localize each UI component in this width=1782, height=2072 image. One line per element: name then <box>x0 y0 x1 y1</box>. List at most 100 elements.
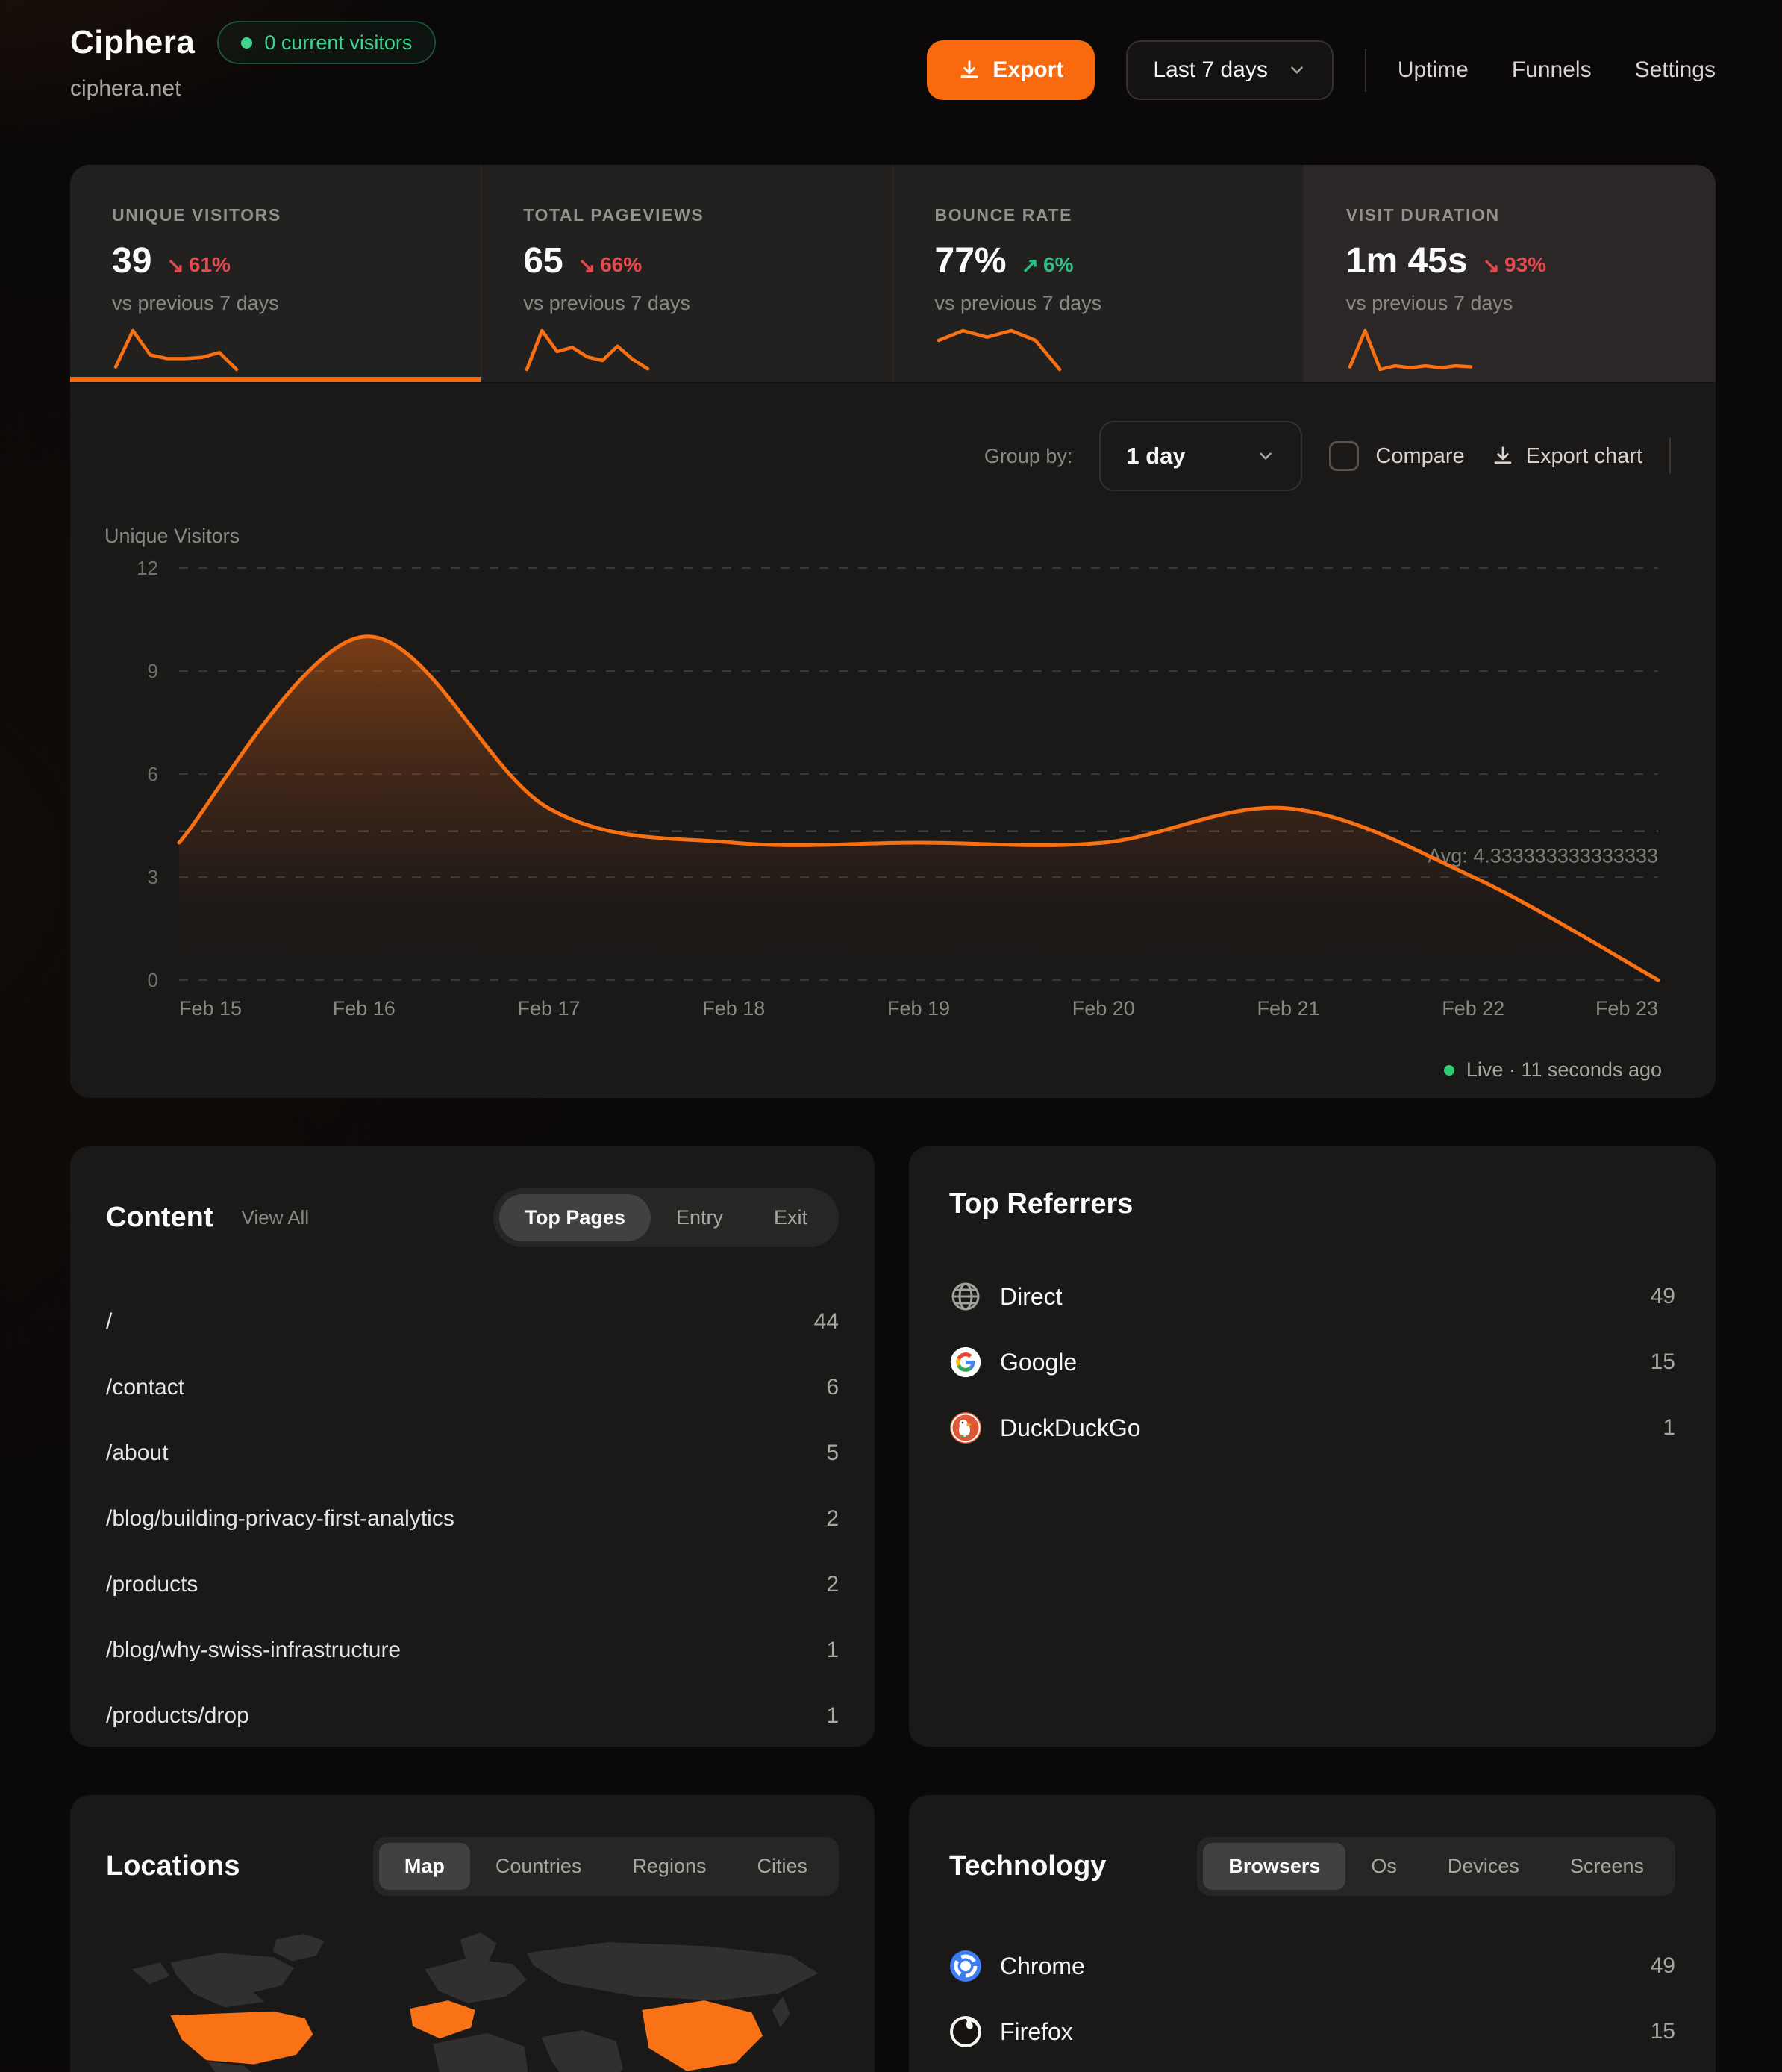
tab-exit[interactable]: Exit <box>748 1194 833 1241</box>
tab-browsers[interactable]: Browsers <box>1203 1843 1345 1890</box>
page-row[interactable]: /about5 <box>106 1420 839 1486</box>
tab-devices[interactable]: Devices <box>1422 1843 1545 1890</box>
row-label: Google <box>1000 1349 1077 1376</box>
stat-value: 1m 45s <box>1346 240 1468 281</box>
trend-up-icon: ↗ <box>1022 253 1039 278</box>
referrer-row[interactable]: Direct49 <box>949 1264 1675 1329</box>
group-by-dropdown[interactable]: 1 day <box>1099 421 1302 491</box>
page-count: 6 <box>826 1375 839 1400</box>
page-path: /blog/why-swiss-infrastructure <box>106 1638 401 1663</box>
svg-text:6: 6 <box>148 763 158 785</box>
stat-delta: ↘66% <box>578 253 643 278</box>
date-range-dropdown[interactable]: Last 7 days <box>1126 40 1333 100</box>
site-domain: ciphera.net <box>70 76 436 102</box>
stat-value: 39 <box>112 240 151 281</box>
page-row[interactable]: /44 <box>106 1289 839 1355</box>
chrome-icon <box>949 1950 982 1982</box>
tab-cities[interactable]: Cities <box>731 1843 833 1890</box>
row-label: Firefox <box>1000 2018 1073 2046</box>
stat-delta: ↗6% <box>1022 253 1074 278</box>
export-button[interactable]: Export <box>927 40 1095 100</box>
svg-text:Avg: 4.333333333333333: Avg: 4.333333333333333 <box>1428 845 1658 867</box>
svg-text:Feb 20: Feb 20 <box>1072 997 1135 1020</box>
live-label: Live · 11 seconds ago <box>1466 1058 1662 1082</box>
page-path: /blog/building-privacy-first-analytics <box>106 1506 454 1532</box>
controls-divider <box>1669 438 1671 474</box>
current-visitors-label: 0 current visitors <box>264 31 412 54</box>
header-actions: Export Last 7 days Uptime Funnels Settin… <box>927 40 1716 100</box>
tab-os[interactable]: Os <box>1345 1843 1422 1890</box>
browser-row[interactable]: Chrome49 <box>949 1933 1675 1999</box>
stat-label: BOUNCE RATE <box>935 205 1281 225</box>
svg-text:Feb 18: Feb 18 <box>702 997 765 1020</box>
tab-entry[interactable]: Entry <box>651 1194 748 1241</box>
page-path: /about <box>106 1441 168 1466</box>
tab-map[interactable]: Map <box>379 1843 470 1890</box>
row-count: 49 <box>1651 1953 1675 1979</box>
top-bar: Ciphera 0 current visitors ciphera.net E… <box>70 21 1716 133</box>
tab-countries[interactable]: Countries <box>470 1843 607 1890</box>
nav-settings[interactable]: Settings <box>1635 57 1716 83</box>
stat-label: UNIQUE VISITORS <box>112 205 458 225</box>
download-icon <box>958 59 981 81</box>
stat-delta: ↘93% <box>1483 253 1547 278</box>
svg-text:Feb 16: Feb 16 <box>333 997 396 1020</box>
row-count: 15 <box>1651 1349 1675 1375</box>
tab-top-pages[interactable]: Top Pages <box>499 1194 651 1241</box>
browser-row[interactable]: Firefox15 <box>949 1999 1675 2065</box>
page-path: /contact <box>106 1375 184 1400</box>
technology-panel: Technology BrowsersOsDevicesScreens Chro… <box>909 1795 1716 2072</box>
stat-compare-label: vs previous 7 days <box>112 292 458 315</box>
tab-screens[interactable]: Screens <box>1545 1843 1669 1890</box>
locations-title: Locations <box>106 1850 240 1882</box>
brand-title: Ciphera <box>70 24 195 61</box>
date-range-value: Last 7 days <box>1153 57 1267 83</box>
export-chart-button[interactable]: Export chart <box>1492 444 1642 469</box>
page-row[interactable]: /products/drop1 <box>106 1683 839 1749</box>
group-by-label: Group by: <box>984 445 1073 468</box>
nav-funnels[interactable]: Funnels <box>1512 57 1592 83</box>
page-count: 44 <box>814 1309 839 1335</box>
stat-card-visit-duration[interactable]: VISIT DURATION 1m 45s ↘93% vs previous 7… <box>1304 165 1716 382</box>
svg-text:Feb 23: Feb 23 <box>1595 997 1658 1020</box>
trend-down-icon: ↘ <box>166 253 184 278</box>
world-map <box>106 1927 839 2072</box>
page-row[interactable]: /products2 <box>106 1552 839 1617</box>
current-visitors-badge[interactable]: 0 current visitors <box>217 21 436 64</box>
green-dot-icon <box>1444 1065 1454 1076</box>
sparkline-chart <box>523 327 651 373</box>
stat-value: 65 <box>523 240 563 281</box>
page-row[interactable]: /blog/building-privacy-first-analytics2 <box>106 1486 839 1552</box>
page-row[interactable]: /blog/why-swiss-infrastructure1 <box>106 1617 839 1683</box>
chevron-down-icon <box>1256 446 1275 466</box>
sparkline-chart <box>1346 327 1475 373</box>
content-title: Content <box>106 1202 213 1234</box>
svg-text:3: 3 <box>148 866 158 888</box>
stat-card-total-pageviews[interactable]: TOTAL PAGEVIEWS 65 ↘66% vs previous 7 da… <box>481 165 892 382</box>
view-all-link[interactable]: View All <box>242 1206 310 1229</box>
nav-uptime[interactable]: Uptime <box>1398 57 1469 83</box>
stat-card-unique-visitors[interactable]: UNIQUE VISITORS 39 ↘61% vs previous 7 da… <box>70 165 481 382</box>
svg-text:Feb 21: Feb 21 <box>1257 997 1319 1020</box>
tab-regions[interactable]: Regions <box>607 1843 731 1890</box>
referrer-row[interactable]: DuckDuckGo1 <box>949 1395 1675 1461</box>
browser-row[interactable] <box>949 2065 1675 2072</box>
svg-text:Feb 19: Feb 19 <box>887 997 950 1020</box>
referrer-row[interactable]: Google 15 <box>949 1329 1675 1395</box>
export-chart-label: Export chart <box>1526 444 1642 469</box>
map-africa <box>433 2033 528 2072</box>
content-panel: Content View All Top PagesEntryExit /44/… <box>70 1146 875 1747</box>
page-row[interactable]: /contact 6 <box>106 1355 839 1420</box>
compare-toggle[interactable]: Compare <box>1329 441 1464 471</box>
content-tabs: Top PagesEntryExit <box>493 1188 839 1247</box>
dashboard-page: Ciphera 0 current visitors ciphera.net E… <box>0 0 1782 2072</box>
compare-checkbox[interactable] <box>1329 441 1359 471</box>
live-indicator: Live · 11 seconds ago <box>1444 1058 1662 1082</box>
page-path: /products/drop <box>106 1703 249 1729</box>
stat-card-bounce-rate[interactable]: BOUNCE RATE 77% ↗6% vs previous 7 days <box>893 165 1304 382</box>
main-nav: Uptime Funnels Settings <box>1398 57 1716 83</box>
map-canada <box>170 1953 293 2008</box>
visitors-line-chart[interactable]: 036912Avg: 4.333333333333333Feb 15Feb 16… <box>100 552 1686 1036</box>
brand-block: Ciphera 0 current visitors ciphera.net <box>70 21 436 102</box>
map-alaska <box>132 1962 170 1984</box>
